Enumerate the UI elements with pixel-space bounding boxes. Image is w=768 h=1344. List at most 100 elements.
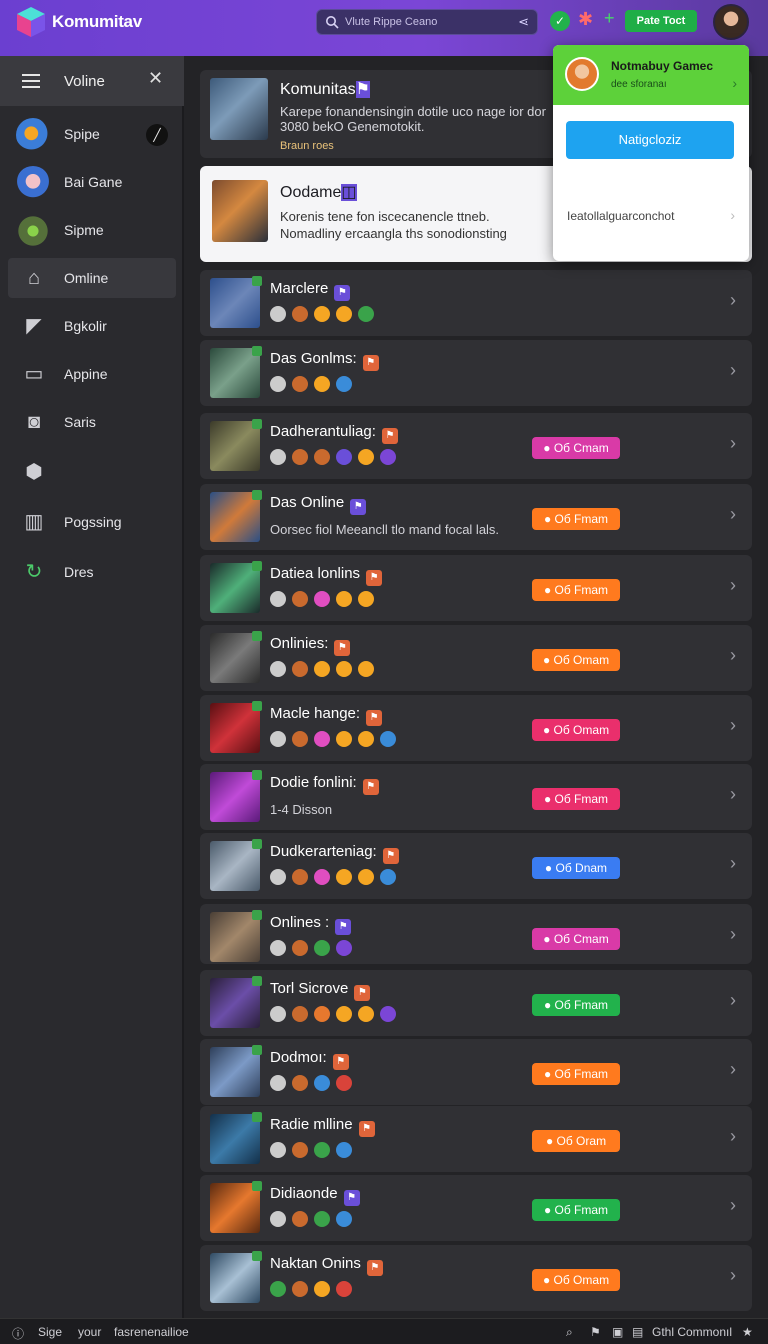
chevron-right-icon[interactable]: › <box>730 715 736 736</box>
chevron-right-icon[interactable]: › <box>730 504 736 525</box>
online-badge <box>252 276 262 286</box>
feature-icon <box>336 731 352 747</box>
sidebar-item-saris[interactable]: ◙ Saris <box>8 402 176 442</box>
status-badge[interactable]: ● Oб Fmam <box>532 994 620 1016</box>
sidebar-item-sipme[interactable]: Sipme <box>8 210 176 250</box>
grid-icon[interactable]: ▤ <box>632 1325 643 1339</box>
status-badge[interactable]: ● Oб Fmam <box>532 1063 620 1085</box>
status-badge[interactable]: ● Oб Cmam <box>532 928 620 950</box>
sidebar-item-pogssing[interactable]: ▥ Pogssing <box>8 502 176 542</box>
sidebar-item-shield[interactable]: ⬢ <box>8 452 176 492</box>
chevron-right-icon[interactable]: › <box>730 290 736 311</box>
chevron-right-icon[interactable]: › <box>730 433 736 454</box>
status-badge[interactable]: ● Oб Omam <box>532 719 620 741</box>
list-item[interactable]: Das Gonlms: ⚑ › <box>200 340 752 406</box>
gear-icon[interactable]: ✱ <box>578 9 593 30</box>
list-item[interactable]: Dudkerarteniag: ⚑ ● Oб Dnam › <box>200 833 752 899</box>
feature-icon <box>270 1075 286 1091</box>
chevron-right-icon[interactable]: › <box>730 1059 736 1080</box>
window-icon[interactable]: ▣ <box>612 1325 623 1339</box>
status-badge[interactable]: ● Oб Fmam <box>532 508 620 530</box>
search-icon[interactable]: ⌕ <box>566 1325 573 1340</box>
sidebar-item-spipe[interactable]: Spipe ╱ <box>8 114 176 154</box>
list-item[interactable]: Datiea lonlins ⚑ ● Oб Fmam › <box>200 555 752 621</box>
footer-text-3[interactable]: fasrenenailioe <box>114 1325 189 1339</box>
status-badge[interactable]: ● Oб Fmam <box>532 579 620 601</box>
list-item[interactable]: Naktan Onins ⚑ ● Oб Omam › <box>200 1245 752 1311</box>
feature-icon <box>292 449 308 465</box>
chevron-right-icon[interactable]: › <box>730 990 736 1011</box>
feature-icons <box>270 1075 358 1091</box>
feature-icon <box>358 449 374 465</box>
chevron-right-icon[interactable]: › <box>730 924 736 945</box>
feature-icon <box>336 661 352 677</box>
list-item[interactable]: Onlinies: ⚑ ● Oб Omam › <box>200 625 752 691</box>
sidebar-item-dres[interactable]: ↻ Dres <box>8 552 176 592</box>
chevron-right-icon[interactable]: › <box>730 1195 736 1216</box>
row-title: Dudkerarteniag: ⚑ <box>270 843 399 864</box>
avatar[interactable] <box>713 4 749 40</box>
sidebar-item-appine[interactable]: ▭ Appine <box>8 354 176 394</box>
feature-icon <box>358 1006 374 1022</box>
logo-icon[interactable] <box>16 6 46 38</box>
chevron-right-icon[interactable]: › <box>730 575 736 596</box>
list-item[interactable]: Didiaonde ⚑ ● Oб Fmam › <box>200 1175 752 1241</box>
info-icon[interactable]: ⓘ <box>12 1325 24 1342</box>
flag-icon[interactable]: ⚑ <box>590 1325 601 1339</box>
feature-icon <box>292 1006 308 1022</box>
sidebar-item-label: Omline <box>64 270 109 286</box>
row-title: Radie mlline ⚑ <box>270 1116 375 1137</box>
status-badge[interactable]: ● Oб Omam <box>532 1269 620 1291</box>
game-thumbnail <box>212 180 268 242</box>
chevron-right-icon[interactable]: › <box>730 360 736 381</box>
sidebar-item-omline[interactable]: ⌂ Omline <box>8 258 176 298</box>
chevron-right-icon: › <box>732 75 737 91</box>
hamburger-icon[interactable] <box>22 74 40 88</box>
list-item[interactable]: Radie mlline ⚑ ● Oб Oram › <box>200 1106 752 1172</box>
list-item[interactable]: Das Online ⚑ Oorsec fiol Meeancll tlo mand… <box>200 484 752 550</box>
popover-action-button[interactable]: Natigcloziz <box>566 121 734 159</box>
online-badge <box>252 976 262 986</box>
tag-icon: ⚑ <box>343 1190 360 1206</box>
chevron-right-icon[interactable]: › <box>730 853 736 874</box>
feature-icon <box>292 1211 308 1227</box>
row-title: Dodie fonlini: ⚑ <box>270 774 379 795</box>
list-item[interactable]: Dodmoı: ⚑ ● Oб Fmam › <box>200 1039 752 1105</box>
star-icon[interactable]: ★ <box>742 1325 753 1339</box>
status-badge[interactable]: ● Oб Omam <box>532 649 620 671</box>
status-badge[interactable]: ● Oб Cmam <box>532 437 620 459</box>
game-thumbnail <box>210 701 262 753</box>
game-avatar-icon <box>16 214 50 248</box>
card-icon: ▭ <box>24 363 44 385</box>
close-icon[interactable]: ✕ <box>148 68 163 89</box>
footer-right-text[interactable]: Gthl Commonıl <box>652 1325 732 1339</box>
list-item[interactable]: Torl Sicrove ⚑ ● Oб Fmam › <box>200 970 752 1036</box>
search-input[interactable]: Vlute Rippe Ceano ⋖ <box>316 9 538 35</box>
status-badge[interactable]: ● Oб Dnam <box>532 857 620 879</box>
popover-header[interactable]: Notmabuy Gamec dee sforanaı › <box>553 45 749 105</box>
status-badge[interactable]: ● Oб Fmam <box>532 788 620 810</box>
feature-icon <box>336 1006 352 1022</box>
sidebar-item-label: Bai Gane <box>64 174 123 190</box>
status-badge[interactable]: ● Oб Oram <box>532 1130 620 1152</box>
chevron-right-icon[interactable]: › <box>730 784 736 805</box>
tag-icon: ⚑ <box>366 570 383 586</box>
edit-icon[interactable]: ╱ <box>146 124 168 146</box>
list-item[interactable]: Onlines : ⚑ ● Oб Cmam › <box>200 904 752 964</box>
popover-link[interactable]: Ieatollalguarconchot <box>567 209 674 223</box>
share-icon[interactable]: ⋖ <box>518 14 529 30</box>
status-badge[interactable]: ● Oб Fmam <box>532 1199 620 1221</box>
top-action-button[interactable]: Pate Toct <box>625 10 697 32</box>
check-circle-icon[interactable]: ✓ <box>550 11 570 31</box>
list-item[interactable]: Dodie fonlini: ⚑ 1-4 Disson ● Oб Fmam › <box>200 764 752 830</box>
plus-icon[interactable]: + <box>604 8 615 29</box>
chevron-right-icon[interactable]: › <box>730 1265 736 1286</box>
chevron-right-icon[interactable]: › <box>730 645 736 666</box>
feature-icon <box>314 376 330 392</box>
list-item[interactable]: Macle hange: ⚑ ● Oб Omam › <box>200 695 752 761</box>
list-item[interactable]: Dadherantuliag: ⚑ ● Oб Cmam › <box>200 413 752 479</box>
sidebar-item-bgkolir[interactable]: ◤ Bgkolir <box>8 306 176 346</box>
list-item[interactable]: Marclere ⚑ › <box>200 270 752 336</box>
chevron-right-icon[interactable]: › <box>730 1126 736 1147</box>
sidebar-item-bai-gane[interactable]: Bai Gane <box>8 162 176 202</box>
